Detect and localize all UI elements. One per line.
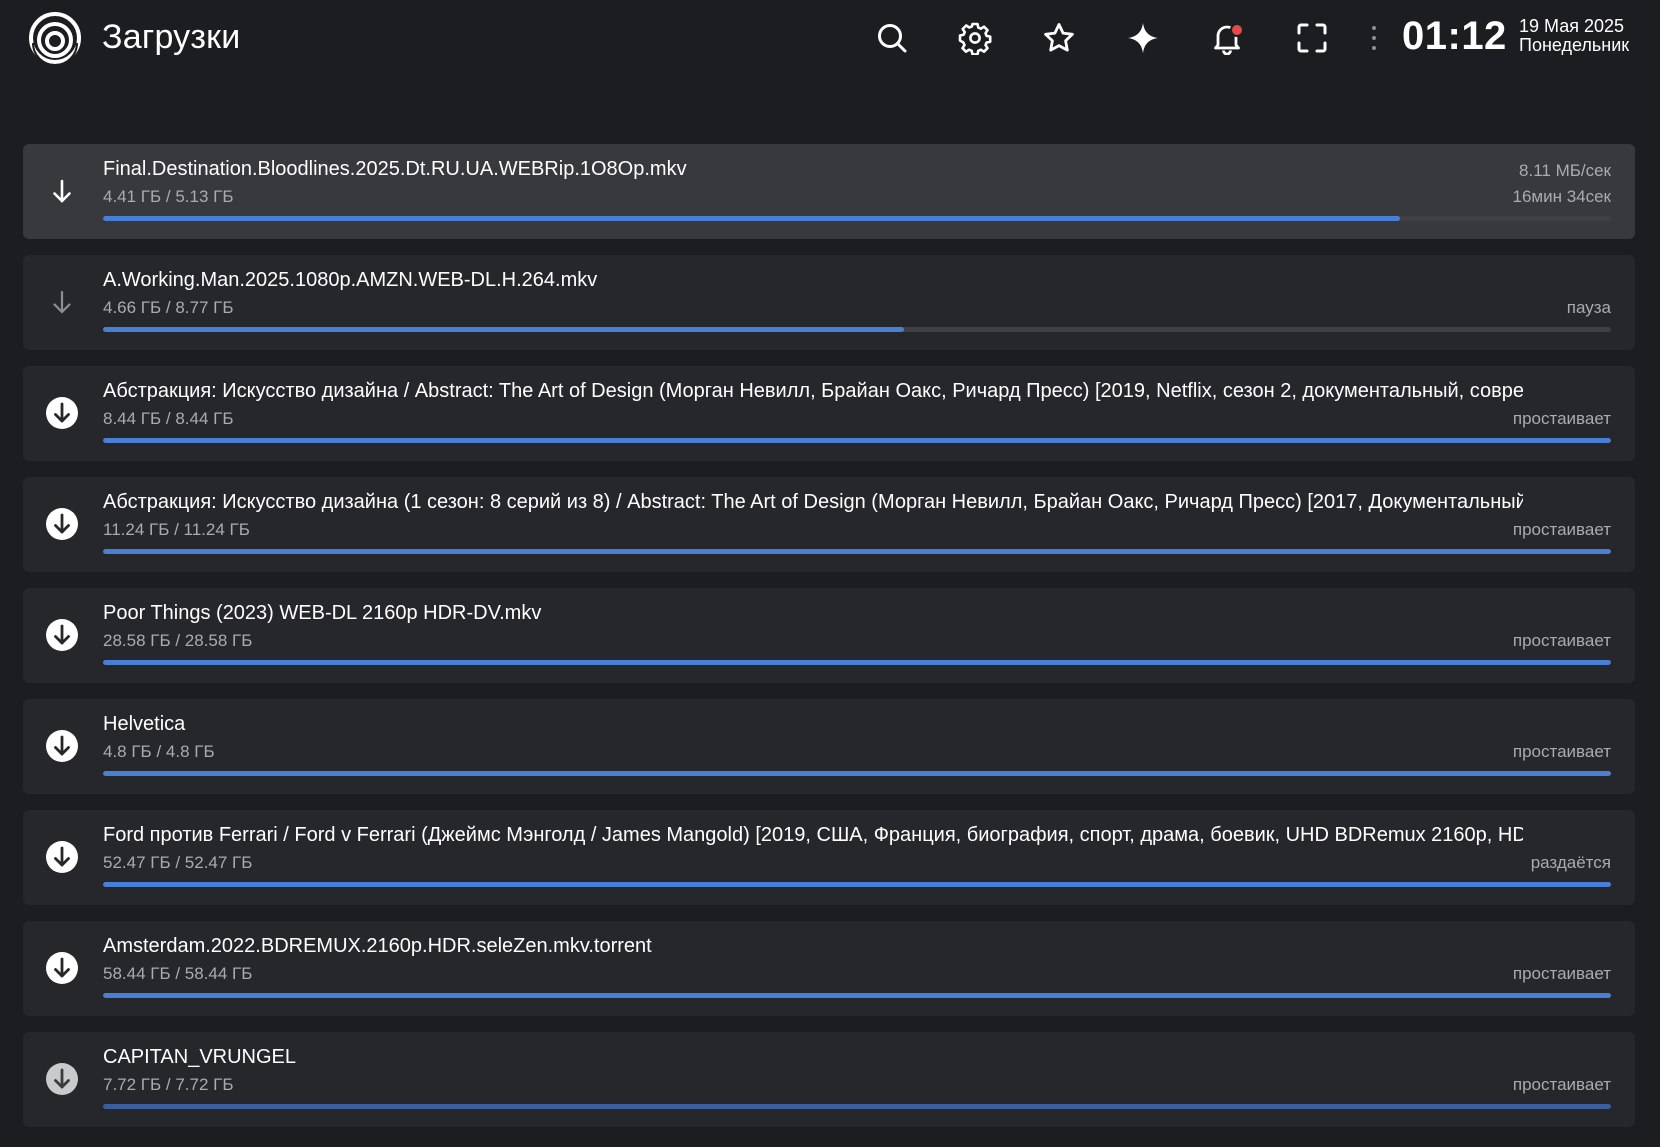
circle-arrow-down-icon xyxy=(46,619,78,651)
progress-bar xyxy=(103,216,1611,221)
fullscreen-button[interactable] xyxy=(1284,12,1340,64)
date-weekday: Понедельник xyxy=(1519,35,1630,55)
sparkle-icon xyxy=(1128,23,1158,53)
download-name: Poor Things (2023) WEB-DL 2160p HDR-DV.m… xyxy=(103,602,542,624)
notification-badge xyxy=(1230,23,1244,37)
star-icon xyxy=(1044,23,1074,52)
date: 19 Мая 2025 Понедельник xyxy=(1519,17,1629,55)
download-status: пауза xyxy=(1566,298,1611,317)
download-name: Helvetica xyxy=(103,713,186,735)
notifications-button[interactable] xyxy=(1199,12,1255,64)
download-size: 7.72 ГБ / 7.72 ГБ xyxy=(103,1075,234,1094)
download-item[interactable]: Helvetica 4.8 ГБ / 4.8 ГБ простаивает xyxy=(23,699,1635,794)
progress-bar xyxy=(103,882,1611,887)
circle-arrow-down-icon xyxy=(46,1063,78,1095)
download-item[interactable]: Ford против Ferrari / Ford v Ferrari (Дж… xyxy=(23,810,1635,905)
favorites-button[interactable] xyxy=(1031,12,1087,64)
progress-fill xyxy=(103,1104,1611,1109)
progress-bar xyxy=(103,438,1611,443)
download-item[interactable]: Amsterdam.2022.BDREMUX.2160p.HDR.seleZen… xyxy=(23,921,1635,1016)
circle-arrow-down-icon xyxy=(46,508,78,540)
download-item[interactable]: A.Working.Man.2025.1080p.AMZN.WEB-DL.H.2… xyxy=(23,255,1635,350)
progress-bar xyxy=(103,771,1611,776)
progress-fill xyxy=(103,993,1611,998)
download-status: простаивает xyxy=(1512,631,1611,650)
progress-bar xyxy=(103,549,1611,554)
arrow-down-icon xyxy=(53,290,71,314)
download-size: 4.8 ГБ / 4.8 ГБ xyxy=(103,742,215,761)
download-size: 28.58 ГБ / 28.58 ГБ xyxy=(103,631,253,650)
download-name: CAPITAN_VRUNGEL xyxy=(103,1046,297,1068)
download-status: простаивает xyxy=(1512,409,1611,428)
progress-bar xyxy=(103,993,1611,998)
search-icon xyxy=(878,24,907,53)
download-item[interactable]: CAPITAN_VRUNGEL 7.72 ГБ / 7.72 ГБ проста… xyxy=(23,1032,1635,1127)
app: Загрузки 01:12 19 Мая 2025 Понедельник F… xyxy=(0,0,1660,1147)
page-title: Загрузки xyxy=(102,18,241,56)
download-size: 58.44 ГБ / 58.44 ГБ xyxy=(103,964,253,983)
settings-button[interactable] xyxy=(947,12,1003,64)
search-button[interactable] xyxy=(864,12,920,64)
downloads-list: Final.Destination.Bloodlines.2025.Dt.RU.… xyxy=(23,144,1635,1143)
download-item[interactable]: Poor Things (2023) WEB-DL 2160p HDR-DV.m… xyxy=(23,588,1635,683)
progress-bar xyxy=(103,1104,1611,1109)
progress-fill xyxy=(103,882,1611,887)
app-logo-icon xyxy=(29,12,81,65)
download-size: 4.41 ГБ / 5.13 ГБ xyxy=(103,187,234,206)
download-size: 52.47 ГБ / 52.47 ГБ xyxy=(103,853,253,872)
circle-arrow-down-icon xyxy=(46,397,78,429)
download-size: 8.44 ГБ / 8.44 ГБ xyxy=(103,409,234,428)
progress-fill xyxy=(103,549,1611,554)
clock: 01:12 xyxy=(1402,14,1507,58)
more-vertical-icon[interactable] xyxy=(1370,24,1378,52)
gear-icon xyxy=(958,22,992,55)
progress-fill xyxy=(103,660,1611,665)
progress-fill xyxy=(103,327,904,332)
header: Загрузки 01:12 19 Мая 2025 Понедельник xyxy=(0,0,1660,80)
download-item[interactable]: Абстракция: Искусство дизайна (1 сезон: … xyxy=(23,477,1635,572)
download-name: Абстракция: Искусство дизайна (1 сезон: … xyxy=(103,491,1523,513)
download-status: раздаётся xyxy=(1530,853,1611,872)
download-speed: 8.11 МБ/сек xyxy=(1519,161,1611,180)
download-name: Amsterdam.2022.BDREMUX.2160p.HDR.seleZen… xyxy=(103,935,652,957)
arrow-down-icon xyxy=(53,179,71,203)
download-item[interactable]: Final.Destination.Bloodlines.2025.Dt.RU.… xyxy=(23,144,1635,239)
circle-arrow-down-icon xyxy=(46,952,78,984)
download-name: Абстракция: Искусство дизайна / Abstract… xyxy=(103,380,1523,402)
download-name: Ford против Ferrari / Ford v Ferrari (Дж… xyxy=(103,824,1523,846)
download-status: простаивает xyxy=(1512,742,1611,761)
download-name: Final.Destination.Bloodlines.2025.Dt.RU.… xyxy=(103,158,687,180)
circle-arrow-down-icon xyxy=(46,730,78,762)
fullscreen-icon xyxy=(1297,23,1327,53)
circle-arrow-down-icon xyxy=(46,841,78,873)
progress-fill xyxy=(103,216,1400,221)
download-size: 4.66 ГБ / 8.77 ГБ xyxy=(103,298,234,317)
download-status: простаивает xyxy=(1512,1075,1611,1094)
download-status: 16мин 34сек xyxy=(1512,187,1611,206)
download-size: 11.24 ГБ / 11.24 ГБ xyxy=(103,520,250,539)
download-status: простаивает xyxy=(1512,520,1611,539)
download-name: A.Working.Man.2025.1080p.AMZN.WEB-DL.H.2… xyxy=(103,269,598,291)
progress-bar xyxy=(103,660,1611,665)
download-status: простаивает xyxy=(1512,964,1611,983)
date-day: 19 Мая 2025 xyxy=(1519,16,1625,36)
progress-fill xyxy=(103,438,1611,443)
sparkle-button[interactable] xyxy=(1115,12,1171,64)
progress-bar xyxy=(103,327,1611,332)
download-item[interactable]: Абстракция: Искусство дизайна / Abstract… xyxy=(23,366,1635,461)
progress-fill xyxy=(103,771,1611,776)
